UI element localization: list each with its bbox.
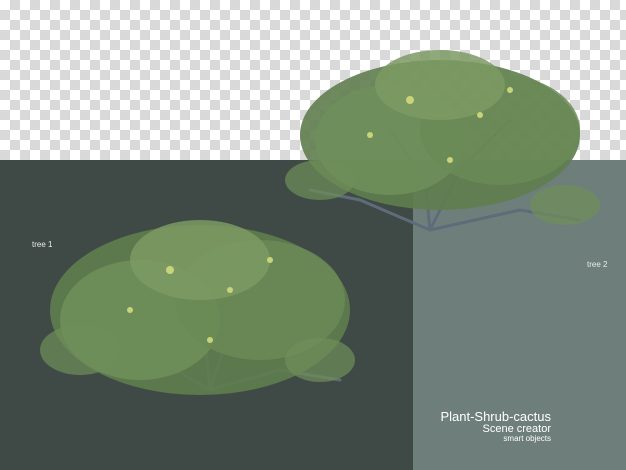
shrub-tree-2-foliage bbox=[285, 50, 600, 225]
caption-block: Plant-Shrub-cactus Scene creator smart o… bbox=[440, 410, 551, 444]
tree-2-label: tree 2 bbox=[587, 260, 608, 269]
shrub-tree-1-foliage bbox=[40, 220, 355, 395]
caption-title: Plant-Shrub-cactus bbox=[440, 409, 551, 424]
shrub-tree-2 bbox=[285, 50, 600, 232]
caption-tagline: smart objects bbox=[503, 434, 551, 444]
tree-1-label: tree 1 bbox=[32, 240, 53, 249]
